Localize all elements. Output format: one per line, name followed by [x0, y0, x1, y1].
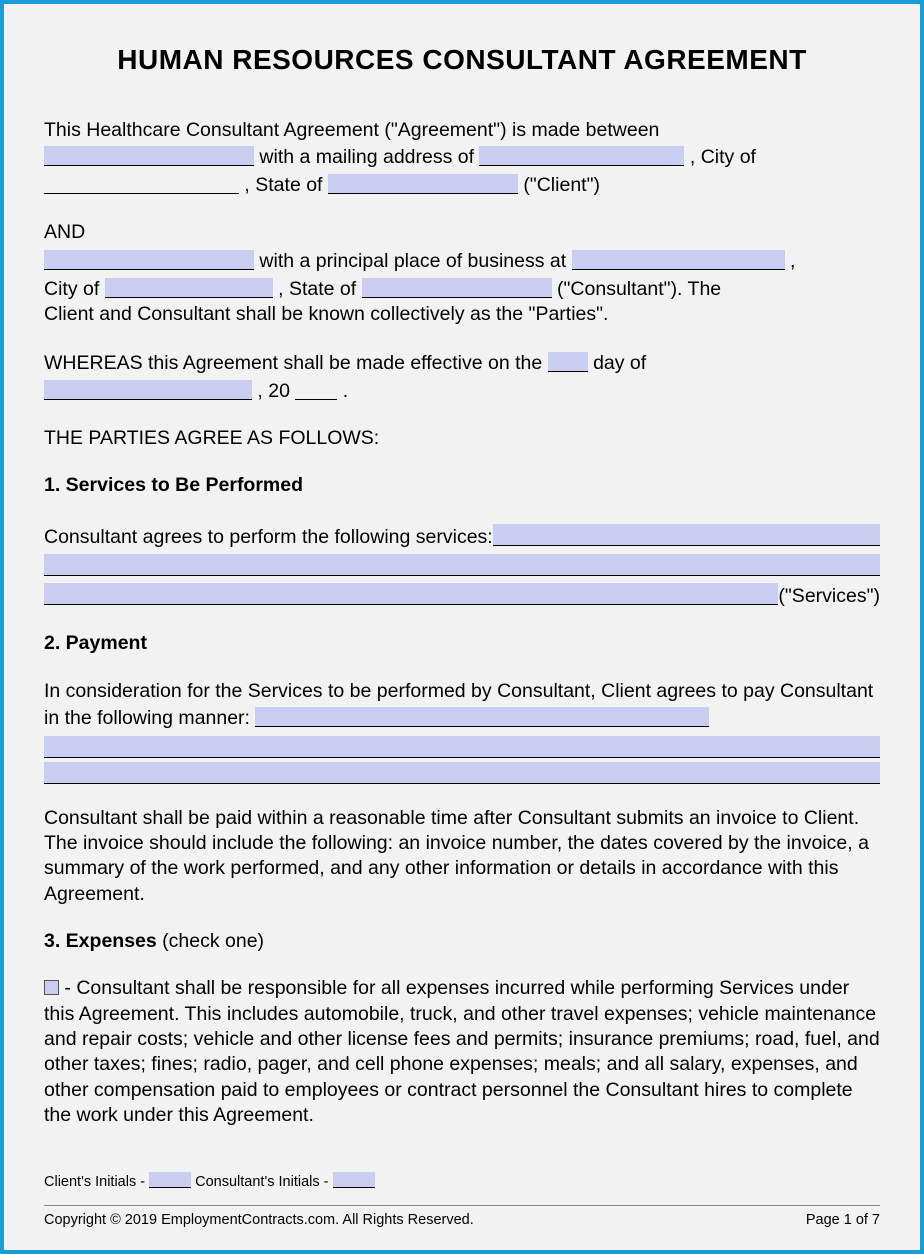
consultant-text-2a: City of [44, 278, 105, 300]
initials-row: Client's Initials - Consultant's Initial… [44, 1170, 375, 1190]
consultant-text-2c: ("Consultant"). The [557, 278, 721, 300]
consultant-city-field[interactable] [105, 278, 273, 298]
document-title: HUMAN RESOURCES CONSULTANT AGREEMENT [44, 44, 880, 76]
client-state-field[interactable] [328, 174, 518, 194]
intro-text-2: with a mailing address of [259, 146, 479, 168]
consultant-name-field[interactable] [44, 250, 254, 270]
intro-paragraph: This Healthcare Consultant Agreement ("A… [44, 118, 880, 198]
consultant-paragraph: with a principal place of business at , … [44, 247, 880, 327]
expenses-checkbox[interactable] [44, 980, 59, 995]
services-tail: ("Services") [778, 584, 880, 609]
document-page: HUMAN RESOURCES CONSULTANT AGREEMENT Thi… [0, 0, 924, 1254]
and-label: AND [44, 220, 880, 245]
intro-text-4: , State of [244, 174, 327, 196]
whereas-text-a: WHEREAS this Agreement shall be made eff… [44, 352, 548, 374]
payment-field-2[interactable] [44, 736, 880, 758]
agree-text: THE PARTIES AGREE AS FOLLOWS: [44, 426, 880, 451]
services-field-3[interactable] [44, 583, 778, 605]
whereas-text-b: day of [593, 352, 646, 374]
section-3-head-bold: 3. Expenses [44, 930, 162, 952]
expenses-option-text: - Consultant shall be responsible for al… [44, 977, 880, 1126]
client-initials-label: Client's Initials - [44, 1174, 149, 1190]
effective-day-field[interactable] [548, 352, 588, 372]
copyright-text: Copyright © 2019 EmploymentContracts.com… [44, 1212, 474, 1228]
section-1-body: Consultant agrees to perform the followi… [44, 521, 880, 610]
payment-field-3[interactable] [44, 762, 880, 784]
client-name-field[interactable] [44, 146, 254, 166]
services-text: Consultant agrees to perform the followi… [44, 525, 493, 550]
section-2-body: In consideration for the Services to be … [44, 679, 880, 784]
effective-year-field[interactable] [295, 380, 337, 400]
client-city-field[interactable] [44, 174, 239, 194]
consultant-initials-field[interactable] [333, 1172, 375, 1188]
services-field-1[interactable] [493, 524, 880, 546]
consultant-address-field[interactable] [572, 250, 785, 270]
client-address-field[interactable] [479, 146, 684, 166]
document-body: This Healthcare Consultant Agreement ("A… [44, 118, 880, 1128]
intro-text-3: , City of [690, 146, 756, 168]
consultant-text-1b: , [790, 250, 795, 272]
effective-month-field[interactable] [44, 380, 252, 400]
whereas-paragraph: WHEREAS this Agreement shall be made eff… [44, 349, 880, 404]
section-2-heading: 2. Payment [44, 631, 880, 656]
section-3-body: - Consultant shall be responsible for al… [44, 976, 880, 1128]
consultant-state-field[interactable] [362, 278, 552, 298]
page-footer: Copyright © 2019 EmploymentContracts.com… [44, 1205, 880, 1228]
intro-text-1: This Healthcare Consultant Agreement ("A… [44, 119, 659, 141]
section-1-heading: 1. Services to Be Performed [44, 473, 880, 498]
services-field-2[interactable] [44, 554, 880, 576]
section-3-head-norm: (check one) [162, 930, 264, 952]
consultant-text-1: with a principal place of business at [259, 250, 571, 272]
page-number: Page 1 of 7 [806, 1212, 880, 1228]
consultant-initials-label: Consultant's Initials - [195, 1174, 332, 1190]
payment-paragraph: Consultant shall be paid within a reason… [44, 806, 880, 907]
section-3-heading: 3. Expenses (check one) [44, 929, 880, 954]
client-initials-field[interactable] [149, 1172, 191, 1188]
intro-text-5: ("Client") [523, 174, 600, 196]
whereas-text-c: , 20 [257, 380, 290, 402]
consultant-text-3: Client and Consultant shall be known col… [44, 303, 608, 325]
payment-field-1[interactable] [255, 707, 709, 727]
consultant-text-2b: , State of [278, 278, 361, 300]
whereas-text-d: . [343, 380, 348, 402]
